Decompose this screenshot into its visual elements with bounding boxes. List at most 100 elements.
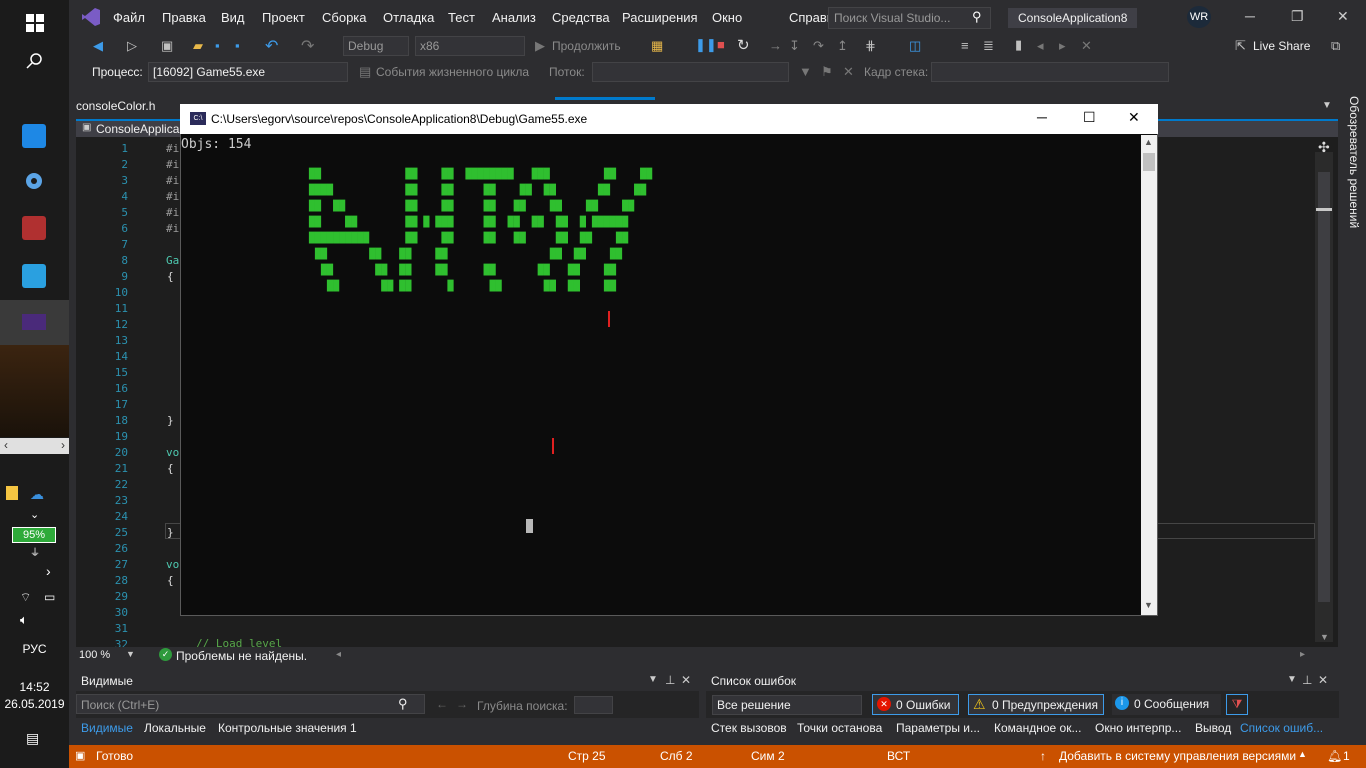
menu-analyze[interactable]: Анализ (492, 10, 536, 25)
code-fragment[interactable]: vo (166, 446, 179, 459)
project-tab[interactable]: ConsoleApplica (96, 122, 179, 136)
close-icon[interactable]: ✕ (1337, 8, 1349, 25)
menu-build[interactable]: Сборка (322, 10, 367, 25)
undo-icon[interactable]: ↶ (265, 36, 278, 56)
code-fragment[interactable]: vo (166, 558, 179, 571)
feedback-icon[interactable]: ⧉ (1331, 38, 1340, 54)
code-fragment[interactable]: { (167, 574, 174, 587)
taskbar-scroll[interactable]: ‹ › (0, 438, 69, 454)
clear-filter-icon[interactable]: ⧩ (1226, 694, 1248, 715)
chevron-left-icon[interactable]: ‹ (4, 438, 8, 452)
stack-frame-select[interactable] (931, 62, 1169, 82)
lifecycle-events-button[interactable]: События жизненного цикла (376, 65, 529, 79)
menu-project[interactable]: Проект (262, 10, 305, 25)
live-share-icon[interactable]: ⇱ (1235, 38, 1246, 54)
arrow-up-icon[interactable]: ↑ (1040, 749, 1046, 763)
pin-icon[interactable]: ⊥ (665, 673, 675, 687)
process-select[interactable]: [16092] Game55.exe (148, 62, 348, 82)
chevron-up-icon[interactable]: ▲ (1298, 749, 1307, 759)
forward-icon[interactable]: ▷ (127, 38, 137, 54)
code-fragment[interactable]: #i (166, 206, 179, 219)
clock-time[interactable]: 14:52 (0, 680, 69, 694)
tab-locals[interactable]: Локальные (144, 721, 206, 735)
open-folder-icon[interactable]: ▰ (193, 38, 203, 54)
code-fragment[interactable]: #i (166, 142, 179, 155)
messages-filter-button[interactable]: i 0 Сообщения (1112, 694, 1221, 715)
tab-command-window[interactable]: Командное ок... (994, 721, 1081, 735)
hex-icon[interactable]: ⋕ (865, 38, 876, 54)
flag-icon[interactable]: ⚑ (821, 64, 833, 80)
console-minimize-icon[interactable]: ─ (1037, 109, 1047, 125)
code-fragment[interactable]: { (167, 270, 174, 283)
search-input[interactable]: Поиск Visual Studio... (828, 7, 991, 29)
lifecycle-icon[interactable]: ▤ (359, 64, 371, 80)
console-scrollbar[interactable]: ▲ ▼ (1141, 135, 1157, 615)
process-icon[interactable]: ▦ (651, 38, 663, 54)
code-fragment[interactable]: #i (166, 158, 179, 171)
error-scope-select[interactable]: Все решение (712, 695, 862, 715)
bookmark-icon[interactable]: ▮ (1015, 37, 1022, 53)
split-icon[interactable]: ✣ (1318, 139, 1330, 156)
search-button[interactable] (0, 38, 69, 84)
console-title-bar[interactable]: C:\ C:\Users\egorv\source\repos\ConsoleA… (180, 104, 1158, 134)
menu-edit[interactable]: Правка (162, 10, 206, 25)
zoom-select[interactable]: 100 % (79, 649, 110, 661)
taskbar-archiver-app[interactable] (22, 216, 46, 240)
step-into-icon[interactable]: ↧ (789, 38, 800, 54)
taskbar-app-1[interactable] (22, 124, 46, 148)
battery-indicator[interactable]: 95% (12, 527, 56, 543)
show-next-statement-icon[interactable]: → (769, 38, 782, 53)
tab-breakpoints[interactable]: Точки останова (797, 721, 882, 735)
notifications-icon[interactable]: ▤ (26, 730, 39, 747)
scroll-left-icon[interactable]: ◂ (336, 649, 341, 660)
volume-icon[interactable]: 🔈︎ (20, 612, 28, 628)
code-fragment[interactable]: { (167, 462, 174, 475)
clear-bookmarks-icon[interactable]: ✕ (1081, 38, 1092, 54)
code-fragment[interactable]: #i (166, 174, 179, 187)
new-project-icon[interactable]: ▣ (161, 38, 173, 54)
platform-select[interactable]: x86 (415, 36, 525, 56)
restart-icon[interactable]: ↻ (737, 36, 750, 54)
notification-count[interactable]: 1 (1343, 749, 1350, 763)
notification-bell-icon[interactable]: 🔔︎ (1327, 749, 1342, 763)
menu-tools[interactable]: Средства (552, 10, 610, 25)
tab-exception-settings[interactable]: Параметры и... (896, 721, 980, 735)
menu-extensions[interactable]: Расширения (622, 10, 698, 25)
save-all-icon[interactable]: ▪ (235, 38, 240, 53)
redo-icon[interactable]: ↷ (301, 36, 314, 56)
scroll-right-icon[interactable]: ▸ (1300, 649, 1305, 660)
tab-watch-1[interactable]: Контрольные значения 1 (218, 721, 357, 735)
next-bookmark-icon[interactable]: ▸ (1059, 38, 1066, 54)
chevron-right-icon[interactable]: › (61, 438, 65, 452)
step-out-icon[interactable]: ↥ (837, 38, 848, 54)
restore-icon[interactable]: ❐ (1291, 8, 1304, 25)
errors-filter-button[interactable]: ✕ 0 Ошибки (872, 694, 959, 715)
code-fragment[interactable]: #i (166, 222, 179, 235)
menu-window[interactable]: Окно (712, 10, 742, 25)
folder-icon[interactable] (6, 486, 18, 500)
clock-date[interactable]: 26.05.2019 (0, 697, 69, 711)
console-close-icon[interactable]: ✕ (1128, 109, 1140, 126)
network-icon[interactable]: ▭ (44, 590, 55, 604)
panel-menu-icon[interactable]: ▼ (648, 674, 658, 685)
taskbar-paint-app[interactable] (22, 264, 46, 288)
thread-select[interactable] (592, 62, 789, 82)
solution-explorer-tab[interactable]: Обозреватель решений (1341, 96, 1361, 236)
arrow-left-icon[interactable]: ← (436, 697, 448, 711)
filter-icon[interactable]: ▼ (799, 64, 812, 79)
wifi-icon[interactable]: ⌔ (20, 590, 31, 605)
stop-icon[interactable]: ■ (717, 37, 725, 52)
problems-status[interactable]: Проблемы не найдены. (176, 649, 307, 663)
tab-error-list[interactable]: Список ошиб... (1240, 721, 1323, 735)
menu-file[interactable]: Файл (113, 10, 145, 25)
pause-icon[interactable]: ❚❚ (695, 37, 717, 53)
editor-scrollbar[interactable] (1315, 152, 1333, 642)
clear-flags-icon[interactable]: ✕ (843, 64, 854, 80)
code-fragment[interactable]: } (167, 414, 174, 427)
scroll-down-icon[interactable]: ▼ (1144, 600, 1153, 610)
continue-button[interactable]: Продолжить (552, 39, 621, 53)
tab-overflow-icon[interactable]: ▼ (1322, 100, 1332, 111)
console-maximize-icon[interactable]: ☐ (1083, 109, 1096, 126)
pin-icon[interactable]: ⊥ (1302, 673, 1312, 687)
onedrive-icon[interactable]: ☁ (30, 486, 44, 503)
